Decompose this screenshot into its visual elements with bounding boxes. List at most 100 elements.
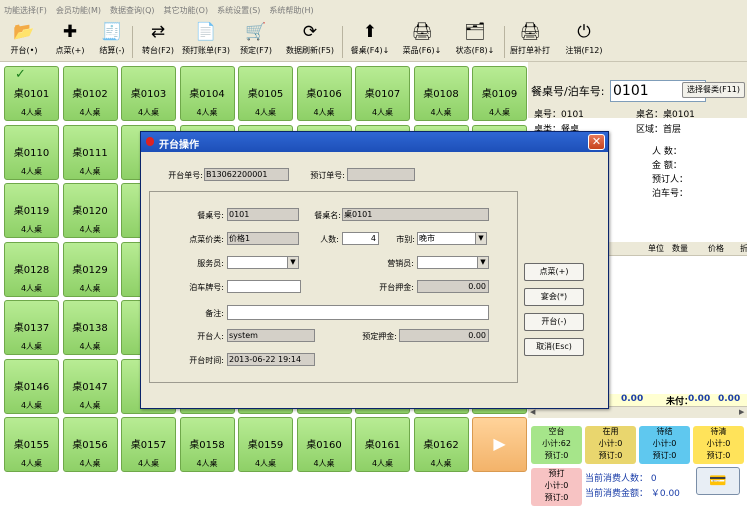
table-tile[interactable]: 桌0109 4人桌 xyxy=(472,66,527,121)
menu-item[interactable]: 系统帮助(H) xyxy=(269,5,313,16)
waiter-select[interactable]: ▼ xyxy=(227,256,299,269)
toolbar-button[interactable]: 📂 开台(•) xyxy=(2,22,46,60)
toolbar-button[interactable]: 📄 预打账单(F3) xyxy=(180,22,232,60)
deposit-label: 开台押金: xyxy=(379,283,414,292)
reserve-no-field[interactable] xyxy=(347,168,415,181)
banquet-button[interactable]: 宴会(*) xyxy=(524,288,584,306)
table-name: 桌0107 xyxy=(364,89,401,100)
next-page-button[interactable]: ▶ xyxy=(472,417,527,472)
current-amount: 当前消费金额： ￥0.00 xyxy=(585,489,680,499)
table-tile[interactable]: 桌0129 4人桌 xyxy=(62,241,118,297)
toolbar-button[interactable]: 🗂 状态(F8)↓ xyxy=(453,22,497,60)
persons-input[interactable]: 4 xyxy=(342,232,379,245)
table-tile[interactable]: 桌0156 4人桌 xyxy=(62,417,118,472)
open-table-button[interactable]: 开台(-) xyxy=(524,313,584,331)
checkmark-icon: ✓ xyxy=(15,67,26,82)
table-capacity: 4人桌 xyxy=(79,166,101,176)
table-tile[interactable]: 桌0108 4人桌 xyxy=(413,66,469,121)
order-dish-button[interactable]: 点菜(+) xyxy=(524,263,584,281)
chevron-down-icon[interactable]: ▼ xyxy=(475,233,486,244)
scroll-right-icon[interactable]: ▶ xyxy=(739,408,744,416)
table-tile[interactable]: 桌0161 4人桌 xyxy=(355,417,410,472)
toolbar-label: 餐桌(F4)↓ xyxy=(350,46,390,55)
table-tile[interactable]: 桌0160 4人桌 xyxy=(296,417,352,472)
table-tile[interactable]: 桌0158 4人桌 xyxy=(179,417,235,472)
info-reserver: 预订人： xyxy=(652,175,689,185)
table-tile[interactable]: 桌0102 4人桌 xyxy=(62,66,118,121)
table-tile[interactable]: 桌0147 4人桌 xyxy=(62,358,118,414)
table-tile[interactable]: 桌0162 4人桌 xyxy=(413,417,469,472)
toolbar-separator xyxy=(132,26,133,58)
add-dish-icon: ✚ xyxy=(62,22,78,42)
table-name-label: 餐桌名: xyxy=(314,211,341,220)
table-tile[interactable]: 桌0106 4人桌 xyxy=(296,66,352,121)
chevron-down-icon[interactable]: ▼ xyxy=(477,257,488,268)
table-tile[interactable]: 桌0146 4人桌 xyxy=(4,358,59,414)
table-tile[interactable]: 桌0128 4人桌 xyxy=(4,241,59,297)
close-icon[interactable]: ✕ xyxy=(588,134,605,150)
reserve-deposit-label: 预定押金: xyxy=(362,332,397,341)
col-unit: 单位 xyxy=(648,244,664,253)
toolbar-button[interactable]: ⟳ 数据刷新(F5) xyxy=(284,22,336,60)
menu-item[interactable]: 会员功能(M) xyxy=(56,5,101,16)
table-tile[interactable]: 桌0138 4人桌 xyxy=(62,300,118,355)
table-tile[interactable]: 桌0105 4人桌 xyxy=(238,66,293,121)
table-capacity: 4人桌 xyxy=(79,108,101,117)
table-tile[interactable]: 桌0155 4人桌 xyxy=(4,417,59,472)
table-name: 桌0137 xyxy=(13,323,50,334)
menu-item[interactable]: 其它功能(O) xyxy=(164,5,209,16)
col-qty: 数量 xyxy=(672,244,688,253)
table-tile[interactable]: 桌0103 4人桌 xyxy=(121,66,176,121)
payment-card-icon[interactable]: 💳 xyxy=(696,467,740,495)
table-capacity: 4人桌 xyxy=(79,342,101,351)
status-title: 在用 xyxy=(602,427,619,436)
table-tile[interactable]: 桌0119 4人桌 xyxy=(4,183,59,238)
table-name: 桌0161 xyxy=(364,440,401,451)
deposit-field: 0.00 xyxy=(417,280,489,293)
info-area: 区域：首层 xyxy=(636,125,682,135)
note-input[interactable] xyxy=(227,305,489,320)
menu-item[interactable]: 数据查询(Q) xyxy=(110,5,155,16)
scroll-left-icon[interactable]: ◀ xyxy=(530,408,535,416)
toolbar-button[interactable]: 🖨 厨打单补打 xyxy=(508,22,552,60)
table-tile[interactable]: 桌0107 4人桌 xyxy=(355,66,410,121)
toolbar-button[interactable]: 🖨 菜品(F6)↓ xyxy=(400,22,444,60)
table-tile[interactable]: 桌0120 4人桌 xyxy=(62,183,118,238)
toolbar-button[interactable]: ✚ 点菜(+) xyxy=(48,22,92,60)
toolbar-label: 点菜(+) xyxy=(55,46,85,55)
sales-select[interactable]: ▼ xyxy=(417,256,489,269)
unpaid-value: 0.00 xyxy=(688,394,711,404)
status-box[interactable]: 空台 小计:62 预订:0 xyxy=(531,426,582,464)
table-name: 桌0157 xyxy=(130,440,167,451)
dish-printer-icon: 🖨 xyxy=(411,22,433,42)
table-tile[interactable]: 桌0157 4人桌 xyxy=(121,417,176,472)
select-category-button[interactable]: 选择餐类(F11) xyxy=(682,82,745,98)
table-tile[interactable]: 桌0104 4人桌 xyxy=(179,66,235,121)
cancel-button[interactable]: 取消(Esc) xyxy=(524,338,584,356)
status-box[interactable]: 在用 小计:0 预订:0 xyxy=(585,426,636,464)
menu-item[interactable]: 系统设置(S) xyxy=(217,5,260,16)
status-box[interactable]: 待结 小计:0 预订:0 xyxy=(639,426,690,464)
toolbar-button[interactable]: ⏻ 注销(F12) xyxy=(562,22,606,60)
toolbar-button[interactable]: 🧾 结算(-) xyxy=(90,22,134,60)
table-tile[interactable]: 桌0137 4人桌 xyxy=(4,300,59,355)
chevron-down-icon[interactable]: ▼ xyxy=(287,257,298,268)
toolbar-button[interactable]: 🛒 预定(F7) xyxy=(234,22,278,60)
table-capacity: 4人桌 xyxy=(254,459,277,468)
status-l2: 预订:0 xyxy=(598,451,623,460)
table-capacity: 4人桌 xyxy=(137,459,160,468)
parking-input[interactable] xyxy=(227,280,301,293)
status-box[interactable]: 预打 小计:0 预订:0 xyxy=(531,468,582,506)
table-tile[interactable]: 桌0110 4人桌 xyxy=(4,124,59,180)
table-tile[interactable]: 桌0111 4人桌 xyxy=(62,124,118,180)
open-table-dialog: 开台操作 ✕ 开台单号: B13062200001 预订单号: 餐桌号: 010… xyxy=(140,131,609,409)
table-tile[interactable]: 桌0159 4人桌 xyxy=(238,417,293,472)
table-capacity: 4人桌 xyxy=(254,108,277,117)
market-select[interactable]: 晚市 ▼ xyxy=(417,232,487,245)
table-tile[interactable]: ✓ 桌0101 4人桌 xyxy=(4,66,59,121)
table-name: 桌0108 xyxy=(423,89,459,100)
status-box[interactable]: 待清 小计:0 预订:0 xyxy=(693,426,744,464)
toolbar-button[interactable]: ⇄ 转台(F2) xyxy=(136,22,180,60)
menu-item[interactable]: 功能选择(F) xyxy=(4,5,47,16)
toolbar-button[interactable]: ⬆ 餐桌(F4)↓ xyxy=(348,22,392,60)
